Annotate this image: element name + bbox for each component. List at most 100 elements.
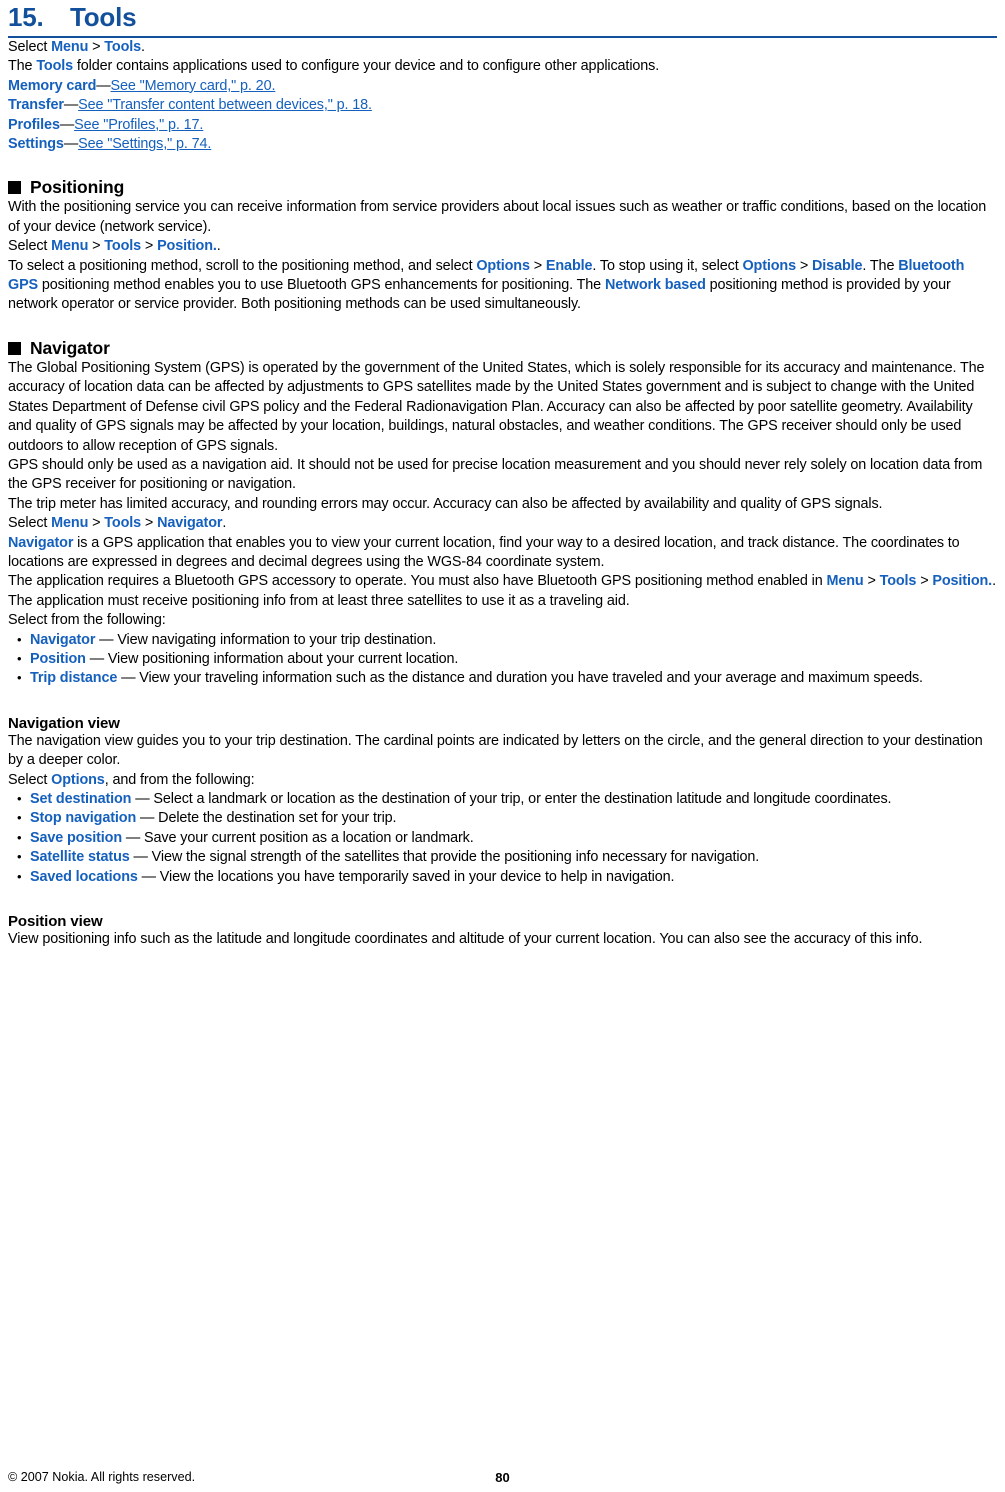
path-separator: >: [88, 238, 105, 255]
xref-term: Transfer: [8, 97, 64, 114]
list-item: Satellite status — View the signal stren…: [8, 847, 997, 867]
list-item: Set destination — Select a landmark or l…: [8, 789, 997, 809]
positioning-paragraph-1: With the positioning service you can rec…: [8, 199, 987, 235]
list-item: Position — View positioning information …: [8, 649, 997, 669]
path-separator: >: [529, 257, 546, 274]
navigator-paragraph-3: The trip meter has limited accuracy, and…: [8, 495, 883, 512]
navigator-select-path: Select Menu > Tools > Navigator.: [8, 514, 997, 533]
navigator-paragraph-6: The application requires a Bluetooth GPS…: [8, 572, 997, 591]
ui-term-navigator: Navigator: [157, 515, 223, 532]
ui-term-tools: Tools: [104, 515, 142, 532]
xref-dash: —: [96, 77, 111, 94]
subheading-position-view: Position view: [8, 913, 103, 931]
folder-text-pre: The: [8, 58, 37, 75]
xref-term: Memory card: [8, 77, 97, 94]
list-item: Save position — Save your current positi…: [8, 828, 997, 848]
section-heading-navigator: Navigator: [8, 338, 997, 359]
ui-term-menu: Menu: [51, 39, 89, 55]
position-view-paragraph-1: View positioning info such as the latitu…: [8, 931, 923, 948]
path-separator: >: [141, 515, 158, 532]
section-heading-positioning: Positioning: [8, 177, 997, 198]
list-item: Saved locations — View the locations you…: [8, 867, 997, 887]
xref-link-transfer[interactable]: See "Transfer content between devices," …: [78, 97, 372, 113]
ui-term-network-based: Network based: [604, 277, 706, 294]
folder-text-post: folder contains applications used to con…: [73, 58, 660, 75]
page-footer: © 2007 Nokia. All rights reserved. 80: [8, 1470, 997, 1485]
intro-folder-description: The Tools folder contains applications u…: [8, 57, 997, 76]
path-separator: >: [141, 238, 158, 255]
navigation-view-paragraph-1: The navigation view guides you to your t…: [8, 732, 983, 769]
xref-link-memory-card[interactable]: See "Memory card," p. 20.: [111, 78, 276, 94]
path-separator: >: [916, 573, 933, 590]
xref-link-settings[interactable]: See "Settings," p. 74.: [78, 136, 211, 152]
ui-term-position: Position.: [157, 238, 217, 255]
chapter-number: 15.: [8, 2, 44, 32]
ui-term-options: Options: [51, 771, 105, 788]
bullet-desc: — View the locations you have temporaril…: [137, 868, 675, 885]
bullet-desc: — View the signal strength of the satell…: [129, 849, 760, 866]
sentence-period: .: [216, 238, 221, 255]
sentence-period: .: [992, 573, 996, 590]
navigator-bullet-list: Navigator — View navigating information …: [8, 630, 997, 689]
section-heading-label: Navigator: [30, 337, 110, 358]
ui-term-menu: Menu: [51, 238, 89, 255]
ui-term-enable: Enable: [545, 257, 593, 274]
navigation-view-select-options: Select Options, and from the following:: [8, 771, 997, 790]
text-run: The application requires a Bluetooth GPS…: [8, 573, 827, 590]
bullet-desc: — Select a landmark or location as the d…: [131, 791, 892, 807]
bullet-term-stop-navigation: Stop navigation: [30, 810, 137, 827]
select-label: Select: [8, 238, 52, 255]
text-run: . To stop using it, select: [592, 257, 743, 274]
bullet-term-trip-distance: Trip distance: [30, 670, 118, 687]
select-label: Select: [8, 771, 52, 788]
xref-link-profiles[interactable]: See "Profiles," p. 17.: [74, 117, 203, 133]
ui-term-options: Options: [476, 257, 530, 274]
navigator-paragraph-1: The Global Positioning System (GPS) is o…: [8, 359, 985, 454]
square-bullet-icon: [8, 341, 21, 355]
text-run: . The: [862, 257, 899, 274]
list-item: Stop navigation — Delete the destination…: [8, 808, 997, 828]
ui-term-options: Options: [742, 257, 796, 274]
subheading-navigation-view: Navigation view: [8, 714, 120, 732]
xref-dash: —: [59, 116, 75, 133]
ui-term-disable: Disable: [812, 257, 863, 274]
ui-term-tools: Tools: [104, 39, 142, 55]
bullet-term-position: Position: [30, 650, 86, 667]
xref-line-settings: Settings—See "Settings," p. 74.: [8, 135, 997, 154]
path-separator: >: [88, 39, 105, 55]
bullet-desc: — Delete the destination set for your tr…: [136, 810, 397, 827]
positioning-paragraph-3: To select a positioning method, scroll t…: [8, 257, 997, 315]
ui-term-tools: Tools: [104, 238, 142, 255]
ui-term-position: Position.: [932, 573, 993, 590]
text-run: positioning method enables you to use Bl…: [38, 277, 605, 294]
bullet-desc: — View positioning information about you…: [85, 650, 459, 667]
bullet-desc: — View navigating information to your tr…: [95, 631, 437, 648]
list-item: Trip distance — View your traveling info…: [8, 668, 997, 688]
bullet-term-satellite-status: Satellite status: [30, 849, 130, 866]
page-number: 80: [495, 1470, 510, 1485]
bullet-term-save-position: Save position: [30, 829, 123, 846]
xref-line-transfer: Transfer—See "Transfer content between d…: [8, 96, 997, 115]
select-label: Select: [8, 39, 52, 55]
ui-term-menu: Menu: [826, 573, 864, 590]
bullet-term-set-destination: Set destination: [30, 791, 132, 807]
bullet-desc: — Save your current position as a locati…: [122, 829, 474, 846]
bullet-term-saved-locations: Saved locations: [30, 868, 138, 885]
ui-term-tools: Tools: [879, 573, 917, 590]
ui-term-navigator: Navigator: [8, 534, 74, 551]
xref-line-profiles: Profiles—See "Profiles," p. 17.: [8, 116, 997, 135]
ui-term-tools: Tools: [36, 58, 74, 75]
select-label: Select: [8, 515, 52, 532]
sentence-period: .: [222, 515, 227, 532]
chapter-title: Tools: [70, 2, 137, 32]
navigator-paragraph-2: GPS should only be used as a navigation …: [8, 456, 983, 493]
list-item: Navigator — View navigating information …: [8, 630, 997, 650]
navigator-select-from-following: Select from the following:: [8, 612, 166, 629]
xref-dash: —: [63, 136, 79, 153]
section-heading-label: Positioning: [30, 177, 125, 198]
text-run: , and from the following:: [104, 771, 255, 788]
bullet-term-navigator: Navigator: [30, 631, 96, 648]
bullet-desc: — View your traveling information such a…: [117, 670, 923, 687]
path-separator: >: [795, 257, 813, 274]
ui-term-menu: Menu: [51, 515, 89, 532]
